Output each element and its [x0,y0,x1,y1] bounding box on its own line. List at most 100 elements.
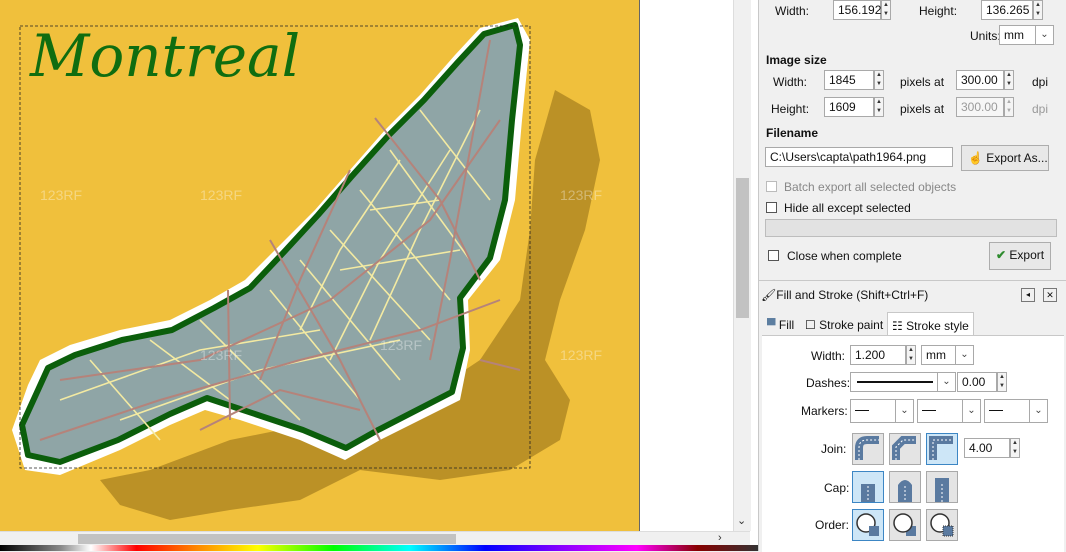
marker-none-icon [922,410,936,411]
watermark-text: 123RF [560,187,602,203]
dpi-label: dpi [1032,75,1049,89]
close-icon[interactable]: ✕ [1043,288,1057,302]
hide-all-label: Hide all except selected [784,201,911,215]
solid-line-icon [857,381,933,383]
map-title: Montreal [29,22,300,90]
bbox-width-input[interactable]: 156.192 [833,0,881,20]
spin-arrows-icon[interactable]: ▲ ▼ [1033,0,1043,20]
export-label: Export [1009,248,1045,262]
join-miter-icon [929,436,953,460]
spin-arrows-icon[interactable]: ▲ ▼ [997,372,1007,392]
batch-export-checkbox [766,181,777,192]
export-button[interactable]: ✔ Export [989,242,1051,270]
dock-collapse-icon[interactable]: ◂ [1021,288,1035,302]
dash-offset-input[interactable]: 0.00 [957,372,997,392]
order-normal-icon [856,513,879,536]
pixels-at-label: pixels at [900,75,945,89]
marker-none-icon [855,410,869,411]
stroke-width-input[interactable]: 1.200 [850,345,906,365]
cap-label: Cap: [824,481,850,495]
vertical-scroll-thumb[interactable] [736,178,749,318]
order-markers-icon [930,513,954,537]
order-stroke-fill-button[interactable] [889,509,921,541]
chevron-down-icon: ⌄ [895,400,913,422]
end-marker-select[interactable]: ⌄ [984,399,1048,423]
order-label: Order: [815,518,850,532]
stroke-width-label: Width: [811,349,846,363]
spin-arrows-icon[interactable]: ▲ ▼ [874,97,884,117]
spin-arrows-icon[interactable]: ▲ ▼ [874,70,884,90]
spin-arrows-icon[interactable]: ▲ ▼ [1004,70,1014,90]
horizontal-scrollbar[interactable]: › [0,531,750,546]
units-select-value: mm [1004,28,1024,42]
watermark-text: 123RF [560,347,602,363]
dashes-select[interactable]: ⌄ [850,372,956,392]
scroll-down-icon[interactable]: ⌄ [737,514,746,527]
mid-marker-select[interactable]: ⌄ [917,399,981,423]
vertical-scrollbar[interactable]: ⌄ [733,0,751,531]
montreal-map-artwork[interactable]: Montreal 123RF 123RF 123RF 123RF 123RF 1… [0,0,640,531]
stroke-width-unit-value: mm [926,348,946,362]
bbox-width-label: Width: [775,4,810,18]
join-round-button[interactable] [852,433,884,465]
spin-arrows-icon[interactable]: ▲ ▼ [1010,438,1020,458]
dpi-label: dpi [1032,102,1049,116]
fill-icon: ▀ [767,318,776,332]
units-select[interactable]: mm ⌄ [999,25,1054,45]
color-palette[interactable] [0,545,758,551]
units-label: Units: [970,29,1001,43]
bbox-height-input[interactable]: 136.265 [981,0,1033,20]
tab-stroke-paint[interactable]: ☐ Stroke paint [801,312,887,336]
hand-pointer-icon: ☝ [968,151,983,165]
join-round-icon [855,436,879,460]
image-height-input[interactable]: 1609 [824,97,874,117]
chevron-down-icon: ⌄ [955,346,973,364]
batch-export-label: Batch export all selected objects [784,180,957,194]
tab-stroke-style-label: Stroke style [906,319,969,333]
chevron-down-icon: ⌄ [937,373,955,391]
image-size-heading: Image size [766,53,827,67]
tab-stroke-paint-label: Stroke paint [819,318,884,332]
order-normal-button[interactable] [852,509,884,541]
cap-round-icon [898,480,912,502]
cap-round-button[interactable] [889,471,921,503]
stroke-width-unit-select[interactable]: mm ⌄ [921,345,974,365]
spin-arrows-icon[interactable]: ▲ ▼ [881,0,891,20]
dpi-x-input[interactable]: 300.00 [956,70,1004,90]
filename-input[interactable]: C:\Users\capta\path1964.png [765,147,953,167]
image-width-label: Width: [773,75,808,89]
spin-arrows-icon[interactable]: ▲ ▼ [906,345,916,365]
chevron-down-icon: ⌄ [1035,26,1053,44]
order-markers-button[interactable] [926,509,958,541]
start-marker-select[interactable]: ⌄ [850,399,914,423]
tab-fill[interactable]: ▀ Fill [763,312,798,336]
watermark-text: 123RF [200,347,242,363]
stroke-style-icon: ☷ [892,319,903,333]
fill-stroke-title: 🖌Fill and Stroke (Shift+Ctrl+F) [761,288,928,302]
canvas-area[interactable]: Montreal 123RF 123RF 123RF 123RF 123RF 1… [0,0,758,551]
export-as-button[interactable]: ☝ Export As... [961,145,1049,171]
bbox-height-label: Height: [919,4,958,18]
horizontal-scroll-thumb[interactable] [78,534,456,544]
stroke-paint-icon: ☐ [805,318,816,332]
cap-square-button[interactable] [926,471,958,503]
tab-stroke-style[interactable]: ☷ Stroke style [887,312,974,336]
checkmark-icon: ✔ [996,248,1007,262]
order-stroke-fill-icon [893,513,916,536]
cap-butt-button[interactable] [852,471,884,503]
join-miter-button[interactable] [926,433,958,465]
dock-panel: Width: 156.192 ▲ ▼ Height: 136.265 ▲ ▼ Uni… [758,0,1066,552]
close-when-complete-checkbox[interactable] [768,250,779,261]
miter-limit-input[interactable]: 4.00 [964,438,1010,458]
scroll-right-icon[interactable]: › [718,532,722,544]
join-bevel-button[interactable] [889,433,921,465]
tab-fill-label: Fill [778,318,795,332]
join-label: Join: [821,442,847,456]
spin-arrows-icon: ▲ ▼ [1004,97,1014,117]
image-height-label: Height: [771,102,810,116]
markers-label: Markers: [801,404,848,418]
image-width-input[interactable]: 1845 [824,70,874,90]
cap-butt-icon [861,484,875,502]
hide-all-checkbox[interactable] [766,202,777,213]
watermark-text: 123RF [40,187,82,203]
